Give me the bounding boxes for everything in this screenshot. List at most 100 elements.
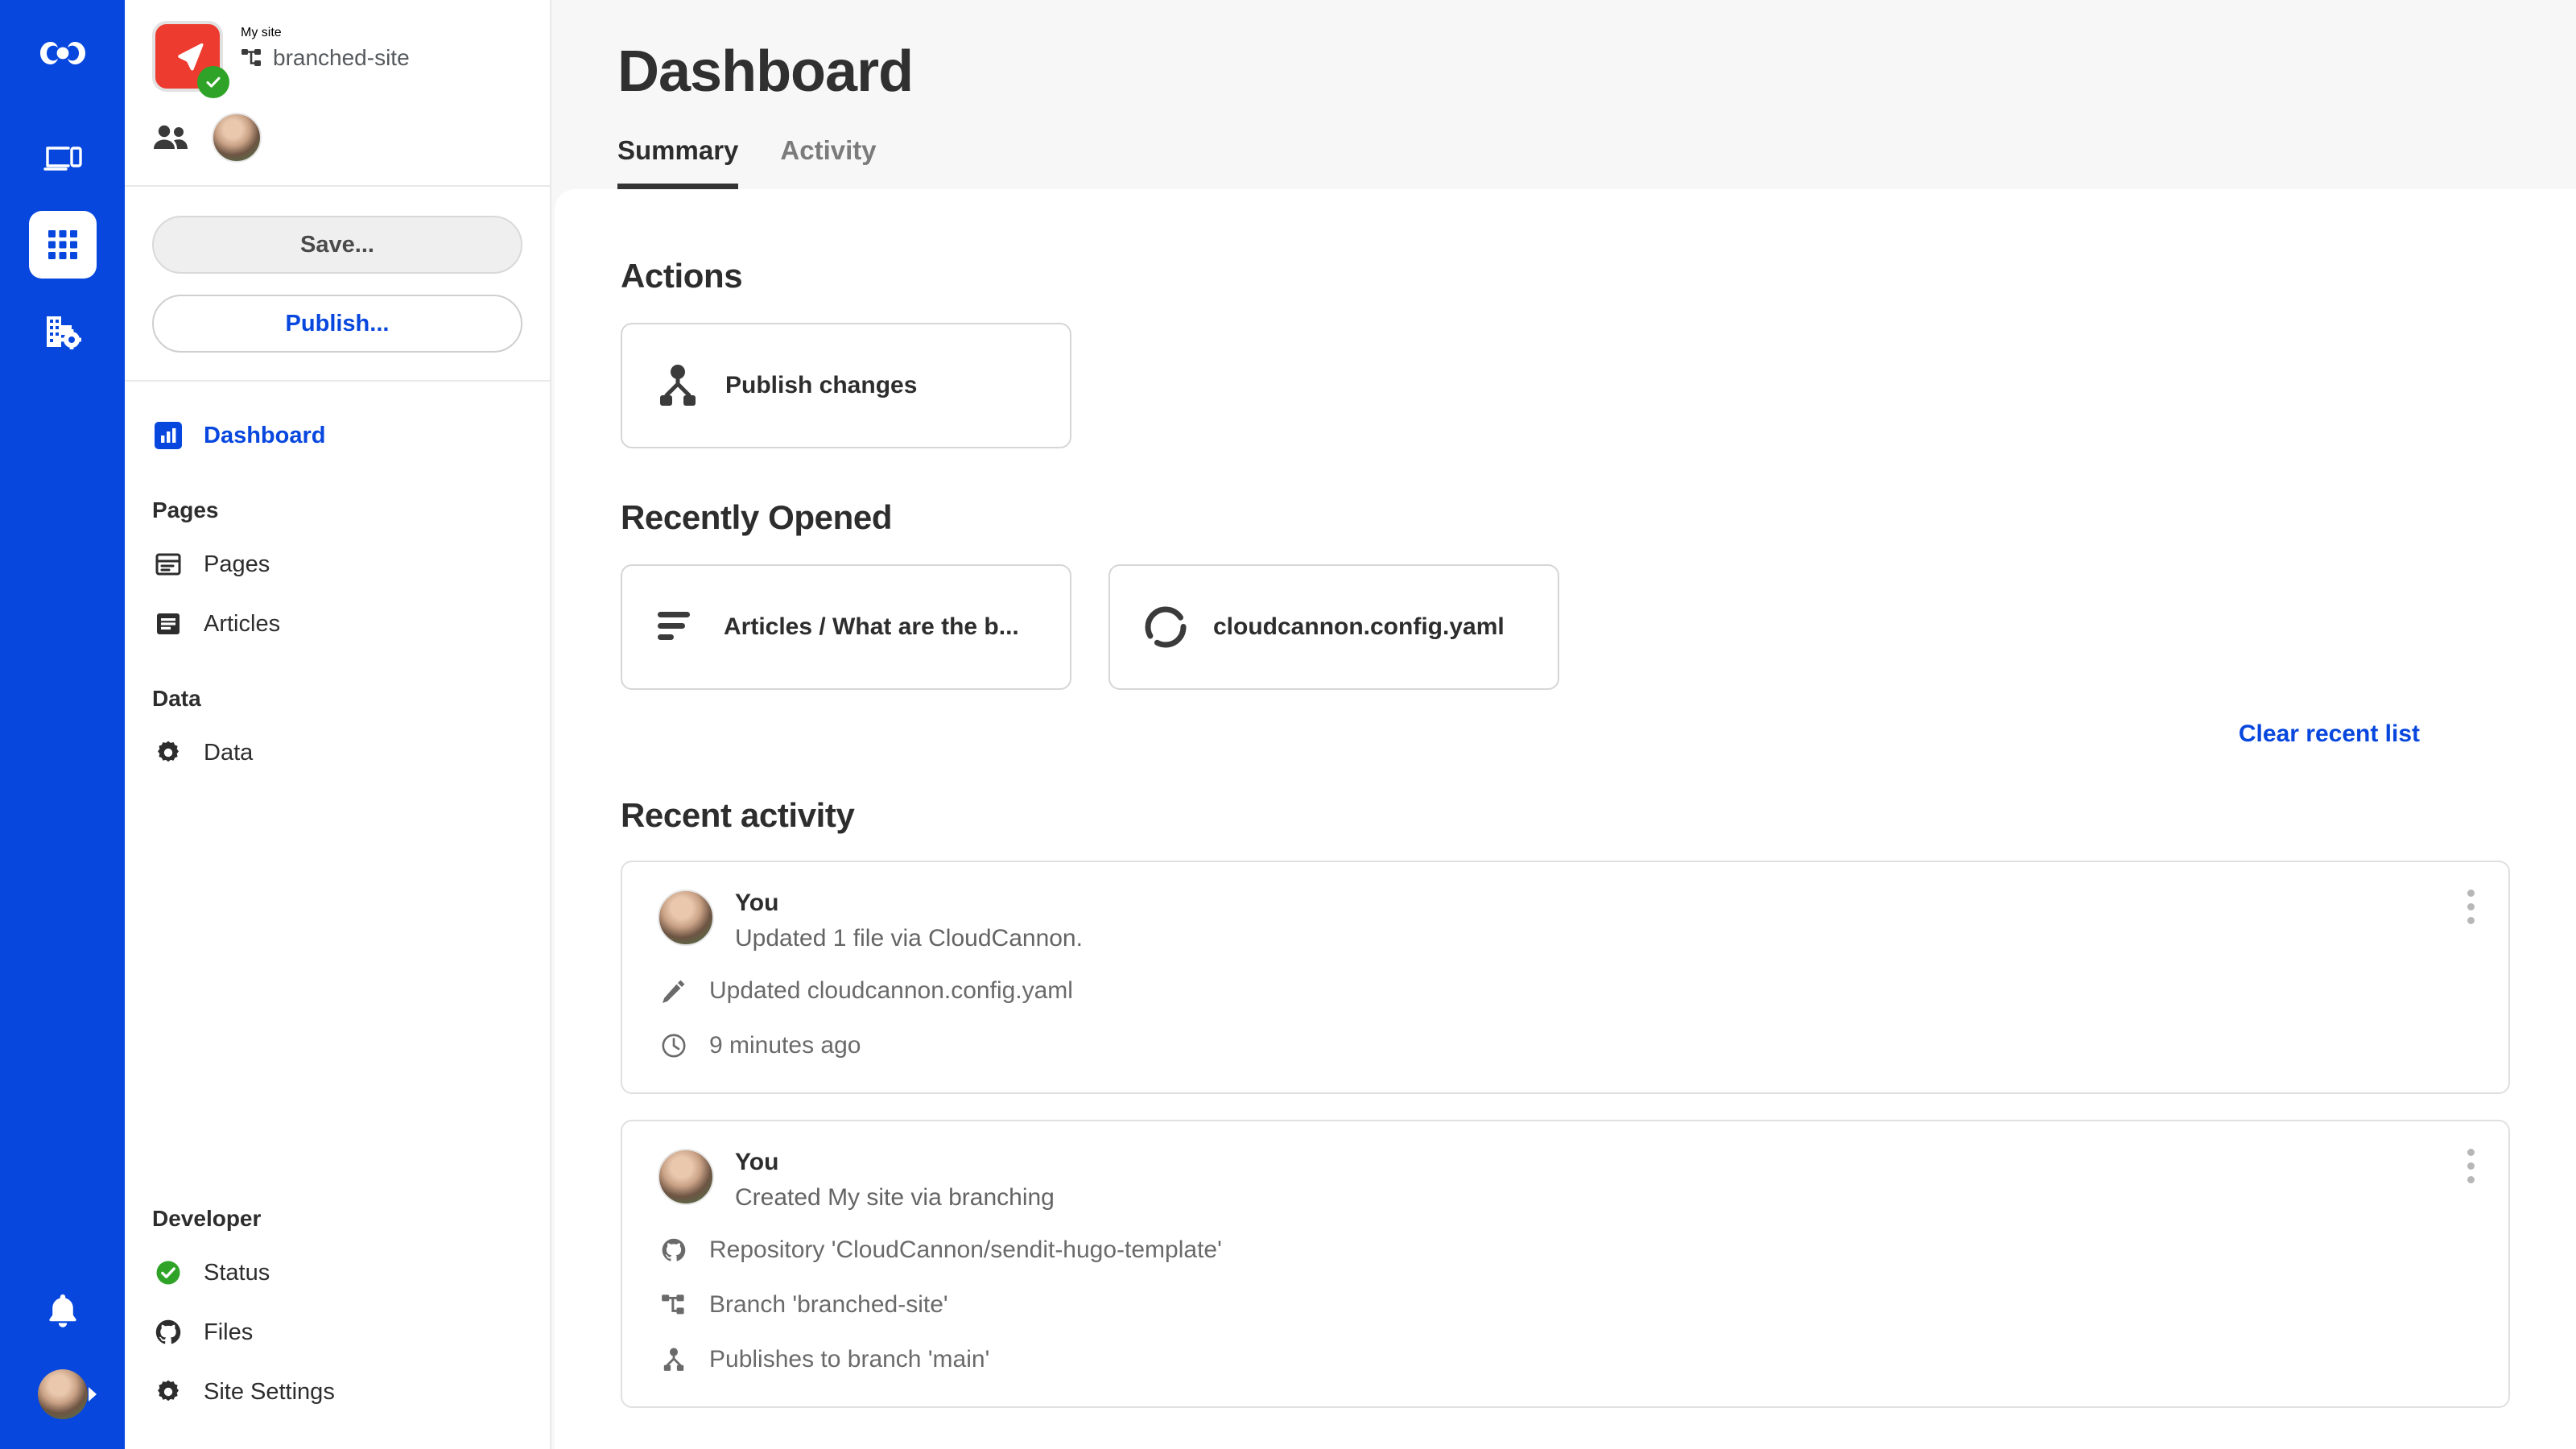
devices-preview-icon [43, 142, 83, 174]
recent-activity-section: Recent activity You Updated 1 file via C… [621, 748, 2510, 1408]
avatar[interactable] [212, 113, 262, 163]
notifications-button[interactable] [29, 1277, 97, 1344]
tab-summary[interactable]: Summary [617, 135, 739, 189]
config-ring-icon [1144, 605, 1187, 649]
sidebar-item-status[interactable]: Status [152, 1243, 522, 1302]
recently-opened-list: Articles / What are the b... cloudcannon… [621, 564, 2510, 690]
sidebar-item-label: Data [204, 739, 254, 766]
cloudcannon-logo-icon[interactable] [29, 23, 97, 90]
site-sidebar: My site branched-site Save... Publish...… [125, 0, 550, 1449]
check-circle-icon [197, 66, 229, 98]
avatar [658, 1149, 714, 1205]
activity-header: You Updated 1 file via CloudCannon. [658, 890, 2473, 952]
more-vertical-icon[interactable] [2467, 1149, 2475, 1190]
status-check-icon [152, 1257, 184, 1289]
action-publish-changes[interactable]: Publish changes [621, 323, 1071, 448]
summary-panel: Actions Publish changes Recently Opened … [555, 189, 2576, 1449]
activity-author: You [735, 890, 779, 916]
gear-icon [152, 737, 184, 769]
bell-icon [47, 1293, 79, 1328]
activity-summary: Created My site via branching [735, 1184, 1055, 1211]
avatar [658, 890, 714, 946]
page-icon [152, 548, 184, 580]
actions-heading: Actions [621, 257, 743, 295]
activity-detail-text: Branch 'branched-site' [709, 1291, 948, 1318]
sidebar-item-dashboard[interactable]: Dashboard [152, 406, 522, 465]
recent-item-label: Articles / What are the b... [724, 613, 1019, 640]
sidebar-item-data[interactable]: Data [152, 723, 522, 782]
sidebar-group-developer: Developer [152, 1206, 262, 1231]
gear-icon [152, 1376, 184, 1408]
site-logo [152, 21, 229, 98]
people-icon[interactable] [152, 124, 189, 151]
site-name: My site [241, 26, 282, 39]
activity-author: You [735, 1149, 779, 1175]
publish-button[interactable]: Publish... [152, 295, 522, 353]
sidebar-item-site-settings[interactable]: Site Settings [152, 1362, 522, 1422]
github-icon [152, 1316, 184, 1348]
recent-item-article[interactable]: Articles / What are the b... [621, 564, 1071, 690]
sidebar-item-files[interactable]: Files [152, 1302, 522, 1362]
sidebar-item-pages[interactable]: Pages [152, 535, 522, 594]
tab-bar: Summary Activity [617, 135, 2576, 189]
sidebar-group-data: Data [152, 686, 201, 711]
tab-activity[interactable]: Activity [780, 135, 876, 189]
more-vertical-icon[interactable] [2467, 890, 2475, 931]
action-label: Publish changes [725, 372, 918, 398]
sidebar-developer-section: Developer Status Files Site Settings [125, 1174, 550, 1449]
recent-item-label: cloudcannon.config.yaml [1213, 613, 1505, 640]
activity-entry: You Updated 1 file via CloudCannon. Upda… [621, 861, 2510, 1094]
rail-item-organisation-settings[interactable] [29, 298, 97, 365]
branch-icon [241, 47, 263, 68]
sidebar-item-label: Pages [204, 551, 270, 577]
activity-detail: Repository 'CloudCannon/sendit-hugo-temp… [658, 1234, 2473, 1266]
sidebar-group-pages: Pages [152, 497, 219, 522]
clear-recent-list-link[interactable]: Clear recent list [621, 720, 2510, 748]
sidebar-item-articles[interactable]: Articles [152, 594, 522, 654]
publish-merge-icon [656, 363, 700, 408]
app-root: My site branched-site Save... Publish...… [0, 0, 2576, 1449]
site-text: My site branched-site [241, 21, 410, 71]
sidebar-item-label: Site Settings [204, 1378, 335, 1405]
activity-detail-text: 9 minutes ago [709, 1032, 861, 1059]
rail-item-devices-preview[interactable] [29, 124, 97, 192]
github-icon [658, 1234, 690, 1266]
branch-icon [658, 1289, 690, 1321]
site-header: My site branched-site [125, 0, 550, 185]
sidebar-item-label: Files [204, 1319, 254, 1345]
recently-opened-heading: Recently Opened [621, 498, 893, 536]
site-branch-label: branched-site [273, 45, 410, 70]
activity-detail: Updated cloudcannon.config.yaml [658, 975, 2473, 1007]
global-icon-rail [0, 0, 125, 1449]
recent-item-config[interactable]: cloudcannon.config.yaml [1108, 564, 1559, 690]
activity-entry: You Created My site via branching Reposi… [621, 1120, 2510, 1408]
recently-opened-section: Recently Opened Articles / What are the … [621, 448, 2510, 748]
article-icon [152, 608, 184, 640]
publish-merge-icon [658, 1344, 690, 1376]
site-action-buttons: Save... Publish... [125, 187, 550, 380]
site-identity[interactable]: My site branched-site [152, 21, 522, 98]
activity-header: You Created My site via branching [658, 1149, 2473, 1212]
pencil-icon [658, 975, 690, 1007]
page-title: Dashboard [617, 39, 914, 104]
activity-detail: Branch 'branched-site' [658, 1289, 2473, 1321]
page-header: Dashboard Summary Activity [551, 0, 2576, 189]
clock-icon [658, 1030, 690, 1062]
sidebar-item-label: Dashboard [204, 422, 326, 448]
actions-list: Publish changes [621, 323, 2510, 448]
activity-detail-text: Updated cloudcannon.config.yaml [709, 977, 1073, 1004]
grid-apps-icon [47, 229, 79, 261]
activity-text: You Created My site via branching [735, 1149, 1055, 1212]
activity-text: You Updated 1 file via CloudCannon. [735, 890, 1083, 952]
caret-right-icon [87, 1385, 98, 1403]
dashboard-chart-icon [152, 419, 184, 452]
activity-detail-text: Publishes to branch 'main' [709, 1346, 990, 1373]
rail-item-sites-grid[interactable] [28, 211, 97, 279]
actions-section: Actions Publish changes [621, 189, 2510, 448]
activity-summary: Updated 1 file via CloudCannon. [735, 925, 1083, 952]
save-button[interactable]: Save... [152, 216, 522, 274]
organisation-settings-icon [44, 314, 81, 349]
sidebar-item-label: Articles [204, 610, 281, 637]
sidebar-nav: Dashboard Pages Pages Articles Data Data [125, 382, 550, 1174]
account-menu-button[interactable] [29, 1368, 97, 1420]
